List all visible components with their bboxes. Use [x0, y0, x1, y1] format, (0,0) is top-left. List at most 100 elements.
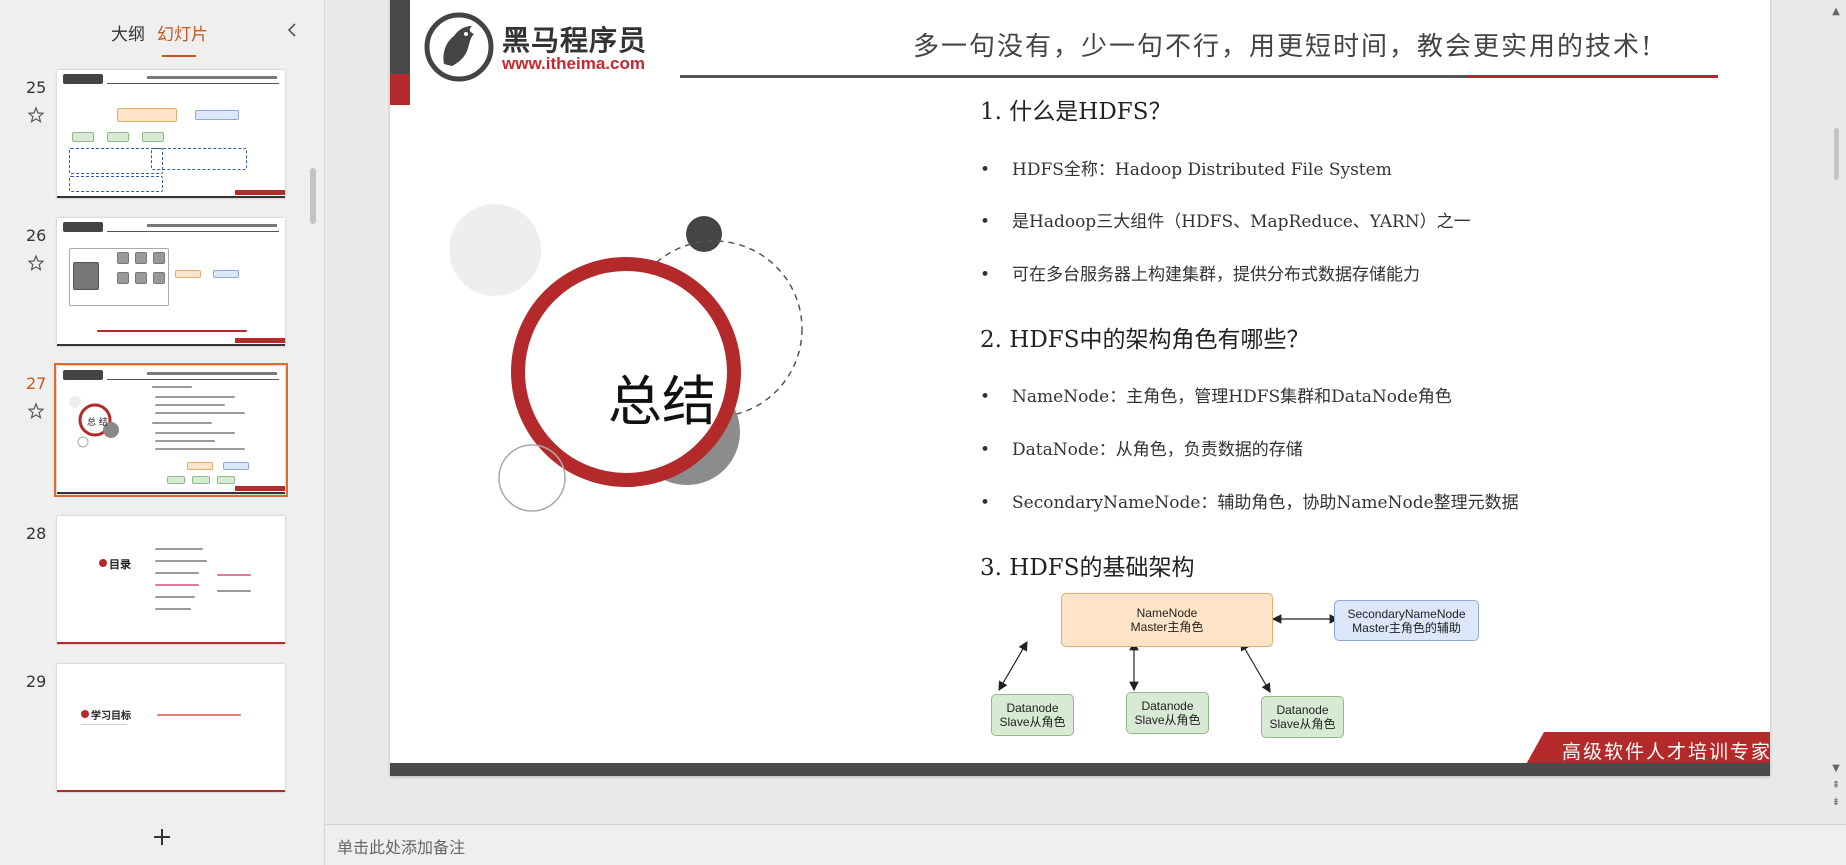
bullet-item: • 是Hadoop三大组件（HDFS、MapReduce、YARN）之一 [980, 212, 1471, 232]
thumb-text-line [155, 404, 225, 406]
thumb-bottom-bar [57, 492, 285, 494]
thumb-text-line [155, 440, 215, 442]
slide-slogan: 多一句没有，少一句不行，用更短时间，教会更实用的技术! [913, 32, 1654, 62]
thumb-box [187, 462, 213, 470]
slide-number: 28 [26, 524, 47, 543]
tab-outline[interactable]: 大纲 [111, 20, 145, 45]
thumb-text-line [155, 572, 199, 574]
secondary-namenode-box: SecondaryNameNode Master主角色的辅助 [1334, 600, 1479, 641]
active-tab-indicator [162, 55, 196, 57]
star-icon[interactable] [27, 106, 45, 124]
box-line: Master主角色 [1130, 620, 1204, 634]
thumb-box [69, 176, 163, 192]
slide-thumbnail[interactable] [57, 70, 285, 198]
thumb-server [153, 252, 165, 264]
deco-circle-light [450, 204, 541, 296]
star-icon[interactable] [27, 402, 45, 420]
thumb-footer [235, 338, 285, 343]
slide-thumbnail-row-25[interactable]: 25 [0, 70, 300, 202]
header-dark-bar [390, 0, 410, 74]
namenode-box: NameNode Master主角色 [1061, 593, 1273, 647]
collapse-panel-button[interactable] [283, 20, 303, 40]
bullet-item: • DataNode：从角色，负责数据的存储 [980, 440, 1303, 460]
horse-logo-icon [424, 12, 494, 82]
scrollbar-thumb[interactable] [1834, 128, 1839, 180]
thumb-text-line [155, 608, 191, 610]
bullet-item: • HDFS全称：Hadoop Distributed File System [980, 160, 1392, 180]
datanode-box: Datanode Slave从角色 [1261, 696, 1344, 738]
slide-thumbnail[interactable]: 学习目标 [57, 664, 285, 792]
box-line: Slave从角色 [999, 715, 1066, 729]
thumb-box [69, 148, 163, 174]
slide-thumbnail-row-27[interactable]: 27 总 结 [0, 363, 300, 498]
section-title-2: 2. HDFS中的架构角色有哪些？ [980, 327, 1310, 353]
thumb-text-line [157, 714, 241, 716]
thumb-text-line [155, 560, 207, 562]
thumb-title: 目录 [109, 558, 131, 571]
slide-thumbnail-row-28[interactable]: 28 目录 [0, 516, 300, 648]
datanode-box: Datanode Slave从角色 [991, 694, 1074, 736]
tab-slides[interactable]: 幻灯片 [157, 20, 208, 45]
header-red-block [390, 74, 410, 105]
star-icon[interactable] [27, 254, 45, 272]
add-slide-button[interactable] [151, 826, 173, 848]
box-line: Slave从角色 [1269, 717, 1336, 731]
thumb-text-line [155, 584, 199, 586]
slide-vertical-scrollbar[interactable]: ▲ ▼ ⇞ ⇟ [1826, 0, 1846, 824]
thumb-box [142, 132, 164, 142]
panel-tabs: 大纲 幻灯片 [0, 18, 325, 57]
slide-thumbnail-selected[interactable]: 总 结 [54, 363, 288, 497]
thumb-footer [235, 486, 285, 491]
thumb-text-line [81, 724, 127, 725]
slide-thumbnail-row-29[interactable]: 29 学习目标 [0, 664, 300, 796]
section-title-1: 1. 什么是HDFS？ [980, 99, 1172, 125]
slide-number: 29 [26, 672, 47, 691]
slide-number: 25 [26, 78, 47, 97]
previous-slide-icon[interactable]: ⇞ [1830, 780, 1842, 792]
thumb-box [151, 148, 247, 170]
thumb-title: 总 结 [87, 418, 108, 428]
thumb-box [117, 108, 177, 122]
chevron-left-icon [287, 23, 296, 37]
box-line: Datanode [1141, 699, 1194, 713]
thumb-rule [107, 379, 279, 380]
datanode-box: Datanode Slave从角色 [1126, 692, 1209, 734]
notes-pane[interactable]: 单击此处添加备注 [326, 824, 1846, 865]
bullet-item: • 可在多台服务器上构建集群，提供分布式数据存储能力 [980, 265, 1420, 285]
slide-thumbnail[interactable] [57, 218, 285, 346]
thumb-box [217, 476, 235, 484]
slide-thumbnail-panel: 大纲 幻灯片 25 26 27 总 结 28 目录 29 学习目标 [0, 0, 325, 865]
thumb-text-line [217, 574, 251, 576]
thumb-box [213, 270, 239, 278]
scroll-up-icon[interactable]: ▲ [1830, 6, 1842, 18]
thumb-text-line [152, 422, 212, 424]
thumb-text-line [155, 412, 245, 414]
bullet-item: • SecondaryNameNode：辅助角色，协助NameNode整理元数据 [980, 493, 1519, 513]
thumbnail-scrollbar[interactable] [310, 168, 316, 224]
thumb-box [195, 110, 239, 120]
thumb-box [167, 476, 185, 484]
thumb-text-line [97, 330, 247, 332]
thumb-text-line [155, 448, 245, 450]
slide-editing-area: 黑马程序员 www.itheima.com 多一句没有，少一句不行，用更短时间，… [326, 0, 1846, 824]
thumb-server [135, 252, 147, 264]
thumb-footer [235, 190, 285, 195]
slide-thumbnail-row-26[interactable]: 26 [0, 218, 300, 350]
thumb-box [223, 462, 249, 470]
slide-thumbnail[interactable]: 目录 [57, 516, 285, 644]
thumb-logo [63, 74, 103, 84]
notes-placeholder[interactable]: 单击此处添加备注 [337, 834, 465, 858]
thumb-logo [63, 222, 103, 232]
footer-badge-text: 高级软件人才培训专家 [1562, 741, 1770, 763]
thumb-bottom-bar [57, 642, 285, 644]
deco-circle-outline [498, 444, 566, 512]
box-line: Datanode [1006, 701, 1059, 715]
thumb-title: 学习目标 [91, 711, 131, 722]
next-slide-icon[interactable]: ⇟ [1830, 797, 1842, 809]
thumb-bullet [81, 710, 89, 718]
scroll-down-icon[interactable]: ▼ [1830, 763, 1842, 775]
thumb-server [117, 252, 129, 264]
current-slide[interactable]: 黑马程序员 www.itheima.com 多一句没有，少一句不行，用更短时间，… [390, 0, 1770, 776]
box-line: SecondaryNameNode [1347, 606, 1466, 621]
thumb-server [117, 272, 129, 284]
